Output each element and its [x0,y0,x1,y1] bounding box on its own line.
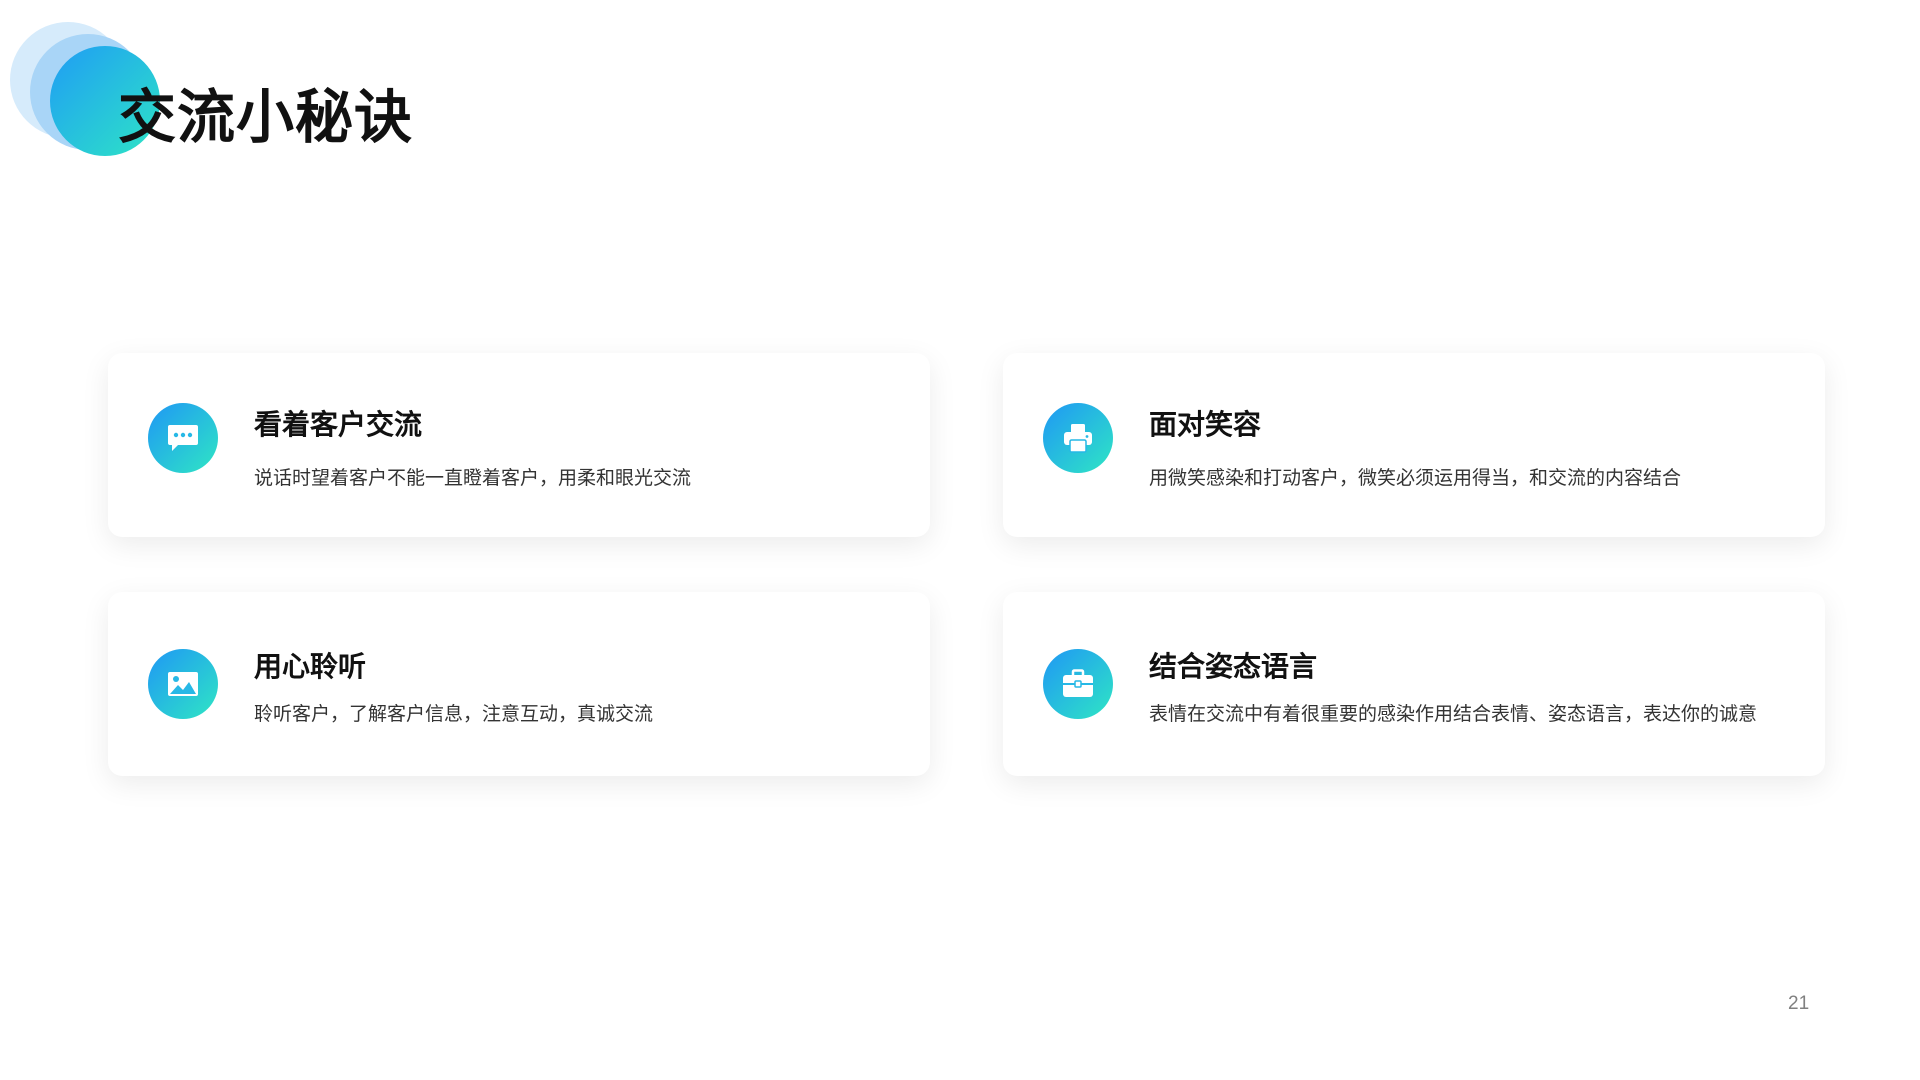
card-title: 结合姿态语言 [1149,650,1318,683]
slide: 交流小秘诀 看着客户交流 说话时望着客户不能一直瞪着客户，用柔和眼光交流 面对笑… [0,0,1920,1080]
tip-card: 结合姿态语言 表情在交流中有着很重要的感染作用结合表情、姿态语言，表达你的诚意 [1003,592,1825,776]
briefcase-icon [1043,649,1113,719]
image-icon [148,649,218,719]
card-title: 面对笑容 [1149,408,1262,441]
tip-card: 面对笑容 用微笑感染和打动客户，微笑必须运用得当，和交流的内容结合 [1003,353,1825,537]
card-description: 说话时望着客户不能一直瞪着客户，用柔和眼光交流 [254,467,692,489]
page-number: 21 [1788,993,1810,1014]
card-description: 用微笑感染和打动客户，微笑必须运用得当，和交流的内容结合 [1149,467,1682,489]
tip-card: 用心聆听 聆听客户，了解客户信息，注意互动，真诚交流 [108,592,930,776]
chat-bubble-icon [148,403,218,473]
page-title: 交流小秘诀 [118,83,414,151]
card-title: 用心聆听 [254,650,367,683]
card-title: 看着客户交流 [254,408,423,441]
printer-icon [1043,403,1113,473]
card-description: 表情在交流中有着很重要的感染作用结合表情、姿态语言，表达你的诚意 [1149,703,1758,725]
card-description: 聆听客户，了解客户信息，注意互动，真诚交流 [254,703,654,725]
tip-card: 看着客户交流 说话时望着客户不能一直瞪着客户，用柔和眼光交流 [108,353,930,537]
